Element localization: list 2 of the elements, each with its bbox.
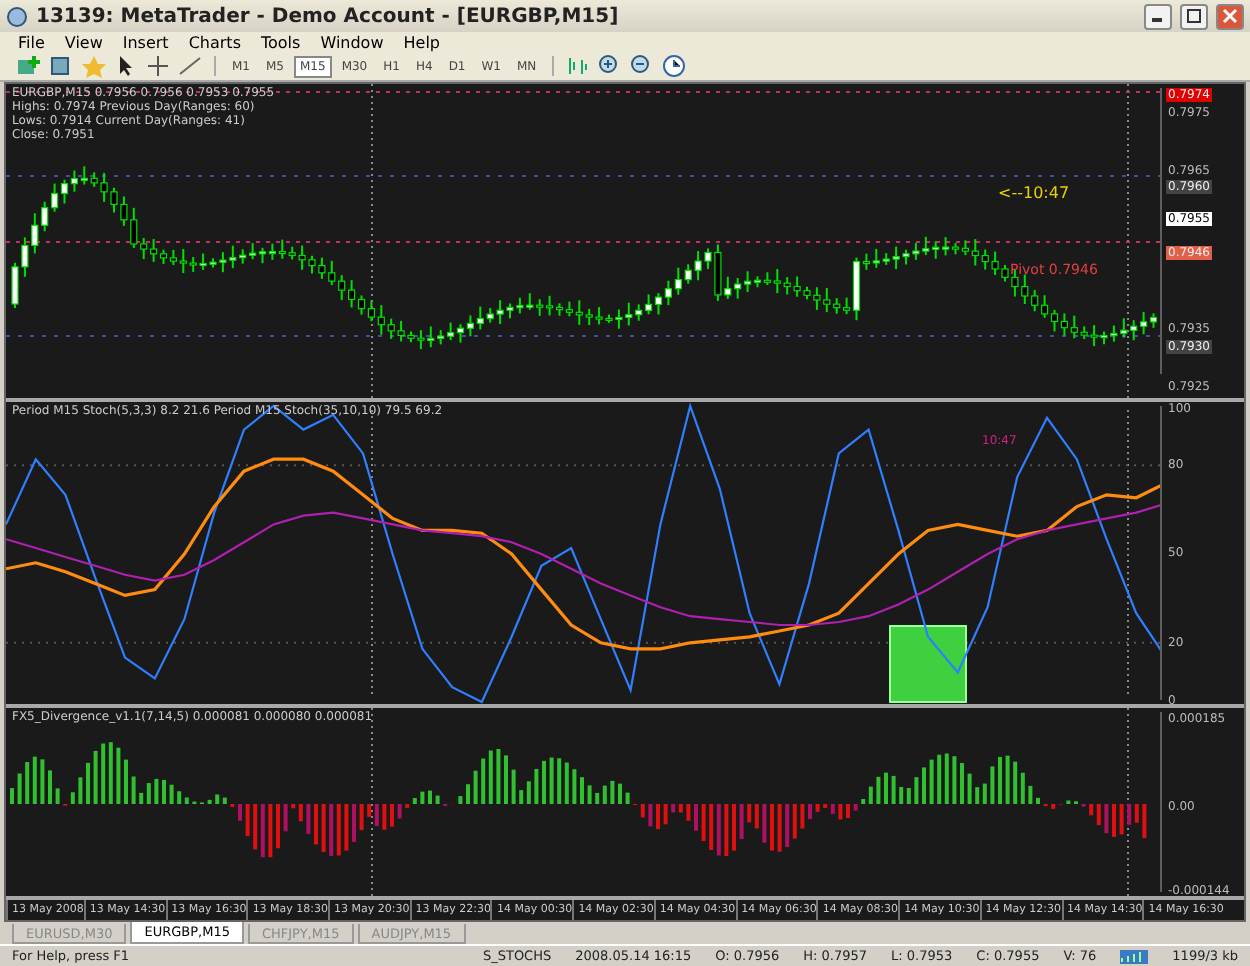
- time-marker-label: <--10:47: [998, 183, 1070, 202]
- window-title: 13139: MetaTrader - Demo Account - [EURGBP,M15]: [36, 5, 621, 28]
